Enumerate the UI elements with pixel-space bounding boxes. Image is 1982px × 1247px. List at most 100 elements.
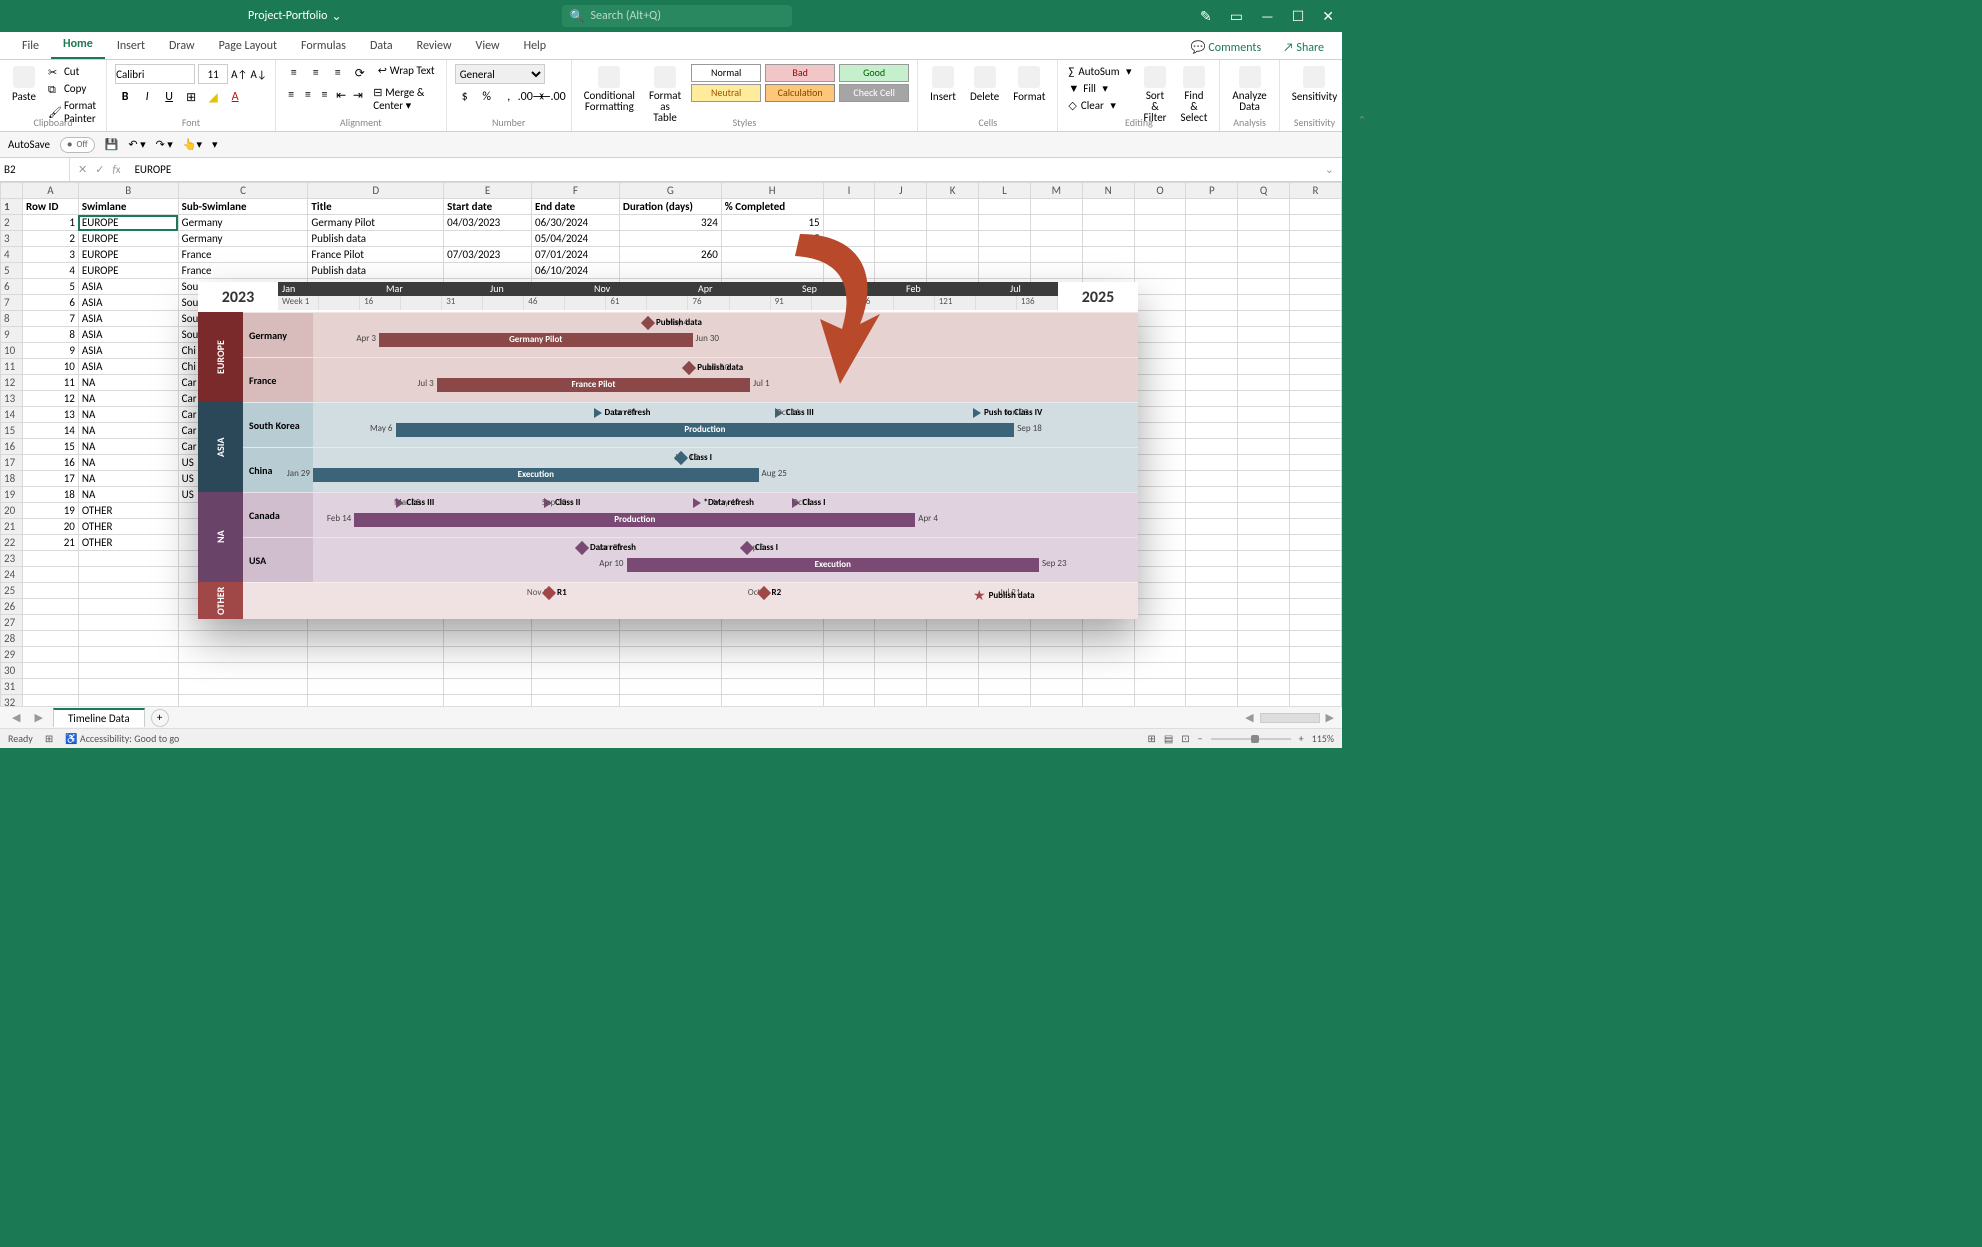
view-normal-icon[interactable]: ⊞ (1147, 732, 1155, 745)
row-header-6[interactable]: 6 (1, 279, 23, 295)
enter-fx-icon[interactable]: ✓ (95, 163, 104, 176)
cell[interactable]: 7 (22, 311, 78, 327)
tab-page-layout[interactable]: Page Layout (207, 33, 289, 59)
cell[interactable]: 15 (22, 439, 78, 455)
cell[interactable] (979, 263, 1031, 279)
cell[interactable] (532, 631, 620, 647)
zoom-level[interactable]: 115% (1312, 732, 1334, 745)
currency-icon[interactable]: $ (455, 88, 475, 106)
cell[interactable] (1290, 279, 1342, 295)
cell[interactable] (1290, 455, 1342, 471)
align-middle-icon[interactable]: ≡ (306, 64, 326, 82)
row-header-25[interactable]: 25 (1, 583, 23, 599)
cell[interactable]: 14 (22, 423, 78, 439)
cell[interactable]: France Pilot (308, 247, 444, 263)
search-box[interactable]: 🔍 Search (Alt+Q) (562, 5, 792, 27)
cell[interactable]: 324 (619, 215, 721, 231)
cell[interactable] (1238, 471, 1290, 487)
cell[interactable] (78, 599, 178, 615)
row-header-28[interactable]: 28 (1, 631, 23, 647)
cell[interactable] (1238, 615, 1290, 631)
cell[interactable] (1238, 247, 1290, 263)
cell[interactable] (927, 231, 979, 247)
cell[interactable] (823, 679, 875, 695)
cell[interactable]: ASIA (78, 295, 178, 311)
cell[interactable]: NA (78, 423, 178, 439)
doc-title[interactable]: Project-Portfolio ⌄ (248, 9, 342, 24)
cell[interactable]: Germany (178, 231, 308, 247)
cell[interactable] (1134, 279, 1186, 295)
cell[interactable] (178, 695, 308, 707)
cell[interactable] (1186, 519, 1238, 535)
cell[interactable] (1238, 215, 1290, 231)
style-good[interactable]: Good (839, 64, 909, 82)
style-bad[interactable]: Bad (765, 64, 835, 82)
style-normal[interactable]: Normal (691, 64, 761, 82)
cell[interactable] (1134, 343, 1186, 359)
cell[interactable] (875, 679, 927, 695)
cell[interactable]: ASIA (78, 279, 178, 295)
cell[interactable] (1290, 199, 1342, 215)
analyze-data-button[interactable]: Analyze Data (1228, 64, 1270, 114)
cell[interactable] (1134, 695, 1186, 707)
cell[interactable] (1030, 231, 1082, 247)
cell[interactable]: 07/01/2024 (532, 247, 620, 263)
cell[interactable] (823, 647, 875, 663)
col-header-H[interactable]: H (721, 183, 823, 199)
cell[interactable] (1134, 439, 1186, 455)
cell[interactable] (823, 663, 875, 679)
cell[interactable] (1186, 439, 1238, 455)
cell[interactable] (1030, 247, 1082, 263)
cell[interactable]: 19 (22, 503, 78, 519)
fill-button[interactable]: ▼Fill ▾ (1066, 81, 1133, 96)
cell[interactable] (1134, 583, 1186, 599)
cell[interactable] (1290, 535, 1342, 551)
cell[interactable] (78, 551, 178, 567)
cell[interactable] (1134, 327, 1186, 343)
row-header-30[interactable]: 30 (1, 663, 23, 679)
cell[interactable] (1238, 343, 1290, 359)
font-name-select[interactable] (115, 64, 195, 84)
cell[interactable]: 07/03/2023 (444, 247, 532, 263)
cell[interactable]: 17 (22, 471, 78, 487)
row-header-20[interactable]: 20 (1, 503, 23, 519)
cell[interactable] (1082, 215, 1134, 231)
expand-formula-icon[interactable]: ⌄ (1317, 163, 1342, 176)
cell[interactable]: Germany (178, 215, 308, 231)
cell[interactable] (1082, 663, 1134, 679)
cell[interactable] (1134, 679, 1186, 695)
cell[interactable] (1290, 647, 1342, 663)
header-cell[interactable]: End date (532, 199, 620, 215)
cell[interactable] (1186, 679, 1238, 695)
cell[interactable] (1186, 391, 1238, 407)
cell[interactable] (619, 231, 721, 247)
col-header-B[interactable]: B (78, 183, 178, 199)
cell[interactable] (1238, 231, 1290, 247)
cell[interactable] (927, 631, 979, 647)
cell[interactable] (1290, 487, 1342, 503)
col-header-M[interactable]: M (1030, 183, 1082, 199)
cell[interactable]: NA (78, 455, 178, 471)
pencil-icon[interactable]: ✎ (1200, 8, 1212, 25)
cell[interactable] (1238, 663, 1290, 679)
ribbon-mode-icon[interactable]: ▭ (1230, 8, 1243, 25)
cell[interactable] (1082, 679, 1134, 695)
cell[interactable] (927, 695, 979, 707)
row-header-27[interactable]: 27 (1, 615, 23, 631)
cell[interactable] (1238, 503, 1290, 519)
cell[interactable] (927, 663, 979, 679)
cell[interactable] (927, 647, 979, 663)
row-header-4[interactable]: 4 (1, 247, 23, 263)
cell[interactable] (1134, 519, 1186, 535)
cell[interactable] (1290, 583, 1342, 599)
cell[interactable] (1134, 599, 1186, 615)
cell[interactable] (178, 647, 308, 663)
tab-formulas[interactable]: Formulas (289, 33, 358, 59)
cell[interactable] (1186, 327, 1238, 343)
cell[interactable]: 06/30/2024 (532, 215, 620, 231)
cell[interactable] (532, 679, 620, 695)
row-header-13[interactable]: 13 (1, 391, 23, 407)
tab-data[interactable]: Data (358, 33, 405, 59)
inc-decimal-icon[interactable]: .00→ (521, 88, 541, 106)
indent-dec-icon[interactable]: ⇤ (334, 86, 349, 104)
